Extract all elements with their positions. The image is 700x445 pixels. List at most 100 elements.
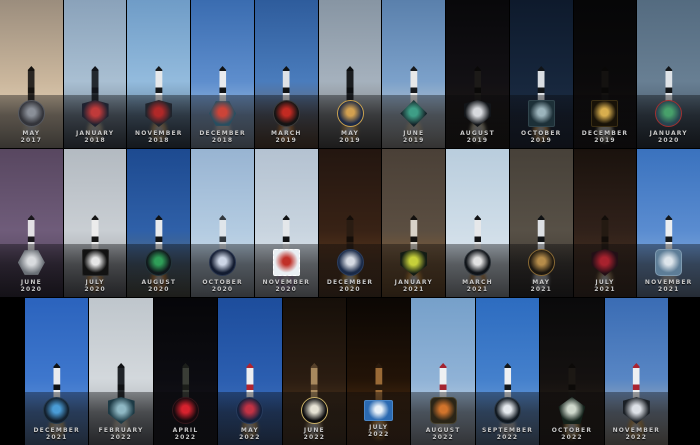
caption-band: JULY2022 — [347, 392, 410, 445]
launch-month-label: JANUARY — [395, 279, 433, 286]
caption-band: NOVEMBER2022 — [605, 392, 668, 445]
caption-band: JUNE2020 — [0, 244, 63, 297]
launch-year-label: 2019 — [403, 137, 425, 144]
launch-cell-july-2021: JULY2021 — [574, 149, 638, 297]
caption-band: DECEMBER2019 — [574, 95, 637, 148]
launch-month-label: AUGUST — [426, 427, 461, 434]
launch-cell-june-2020: JUNE2020 — [0, 149, 64, 297]
launch-collage: MAY2017JANUARY2018NOVEMBER2018DECEMBER20… — [0, 0, 700, 445]
launch-cell-july-2022: JULY2022 — [347, 298, 411, 445]
caption-band: OCTOBER2019 — [510, 95, 573, 148]
caption-band: JULY2021 — [574, 244, 637, 297]
launch-cell-october-2020: OCTOBER2020 — [191, 149, 255, 297]
launch-year-label: 2021 — [467, 286, 489, 293]
mission-patch-icon — [145, 100, 172, 127]
mission-patch-icon — [172, 397, 199, 424]
caption-band: JANUARY2018 — [64, 95, 127, 148]
mission-patch-icon — [108, 397, 135, 424]
mission-patch-icon — [273, 100, 300, 127]
mission-patch-icon — [337, 100, 364, 127]
caption-band: JUNE2019 — [382, 95, 445, 148]
launch-year-label: 2020 — [148, 286, 170, 293]
launch-month-label: JANUARY — [76, 130, 114, 137]
launch-year-label: 2020 — [84, 286, 106, 293]
launch-year-label: 2022 — [497, 434, 519, 441]
launch-cell-may-2017: MAY2017 — [0, 0, 64, 148]
caption-band: FEBRUARY2022 — [89, 392, 152, 445]
launch-year-label: 2022 — [626, 434, 648, 441]
caption-band: JANUARY2020 — [637, 95, 700, 148]
launch-month-label: OCTOBER — [521, 130, 561, 137]
launch-month-label: JUNE — [403, 130, 424, 137]
mission-patch-icon — [18, 100, 45, 127]
caption-band: DECEMBER2018 — [191, 95, 254, 148]
launch-month-label: NOVEMBER — [613, 427, 661, 434]
launch-year-label: 2017 — [21, 137, 43, 144]
launch-year-label: 2021 — [658, 286, 680, 293]
launch-year-label: 2022 — [432, 434, 454, 441]
launch-cell-may-2022: MAY2022 — [218, 298, 282, 445]
mission-patch-icon — [18, 249, 45, 276]
launch-month-label: APRIL — [173, 427, 199, 434]
caption-band: JUNE2022 — [283, 392, 346, 445]
launch-cell-february-2022: FEBRUARY2022 — [89, 298, 153, 445]
launch-year-label: 2021 — [530, 286, 552, 293]
launch-month-label: DECEMBER — [327, 279, 373, 286]
launch-cell-january-2021: JANUARY2021 — [382, 149, 446, 297]
launch-year-label: 2018 — [84, 137, 106, 144]
launch-month-label: MAY — [22, 130, 40, 137]
mission-patch-icon — [655, 100, 682, 127]
mission-patch-icon — [273, 249, 300, 276]
row-2017-2020: MAY2017JANUARY2018NOVEMBER2018DECEMBER20… — [0, 0, 700, 148]
launch-cell-may-2021: MAY2021 — [510, 149, 574, 297]
launch-year-label: 2020 — [658, 137, 680, 144]
caption-band: JANUARY2021 — [382, 244, 445, 297]
caption-band: AUGUST2022 — [411, 392, 474, 445]
launch-cell-august-2020: AUGUST2020 — [127, 149, 191, 297]
launch-month-label: MARCH — [462, 279, 493, 286]
mission-patch-icon — [430, 397, 457, 424]
caption-band: NOVEMBER2021 — [637, 244, 700, 297]
launch-month-label: DECEMBER — [199, 130, 245, 137]
caption-band: OCTOBER2022 — [540, 392, 603, 445]
mission-patch-icon — [209, 249, 236, 276]
launch-month-label: OCTOBER — [202, 279, 242, 286]
caption-band: AUGUST2020 — [127, 244, 190, 297]
launch-month-label: JUNE — [304, 427, 325, 434]
caption-band: DECEMBER2021 — [25, 392, 88, 445]
launch-cell-october-2022: OCTOBER2022 — [540, 298, 604, 445]
row-2021-2022: DECEMBER2021FEBRUARY2022APRIL2022MAY2022… — [0, 297, 700, 445]
launch-month-label: MARCH — [271, 130, 302, 137]
launch-cell-september-2022: SEPTEMBER2022 — [476, 298, 540, 445]
mission-patch-icon — [337, 249, 364, 276]
caption-band: OCTOBER2020 — [191, 244, 254, 297]
mission-patch-icon — [494, 397, 521, 424]
launch-cell-april-2022: APRIL2022 — [154, 298, 218, 445]
launch-cell-may-2019: MAY2019 — [319, 0, 383, 148]
caption-band: DECEMBER2020 — [319, 244, 382, 297]
launch-cell-january-2020: JANUARY2020 — [637, 0, 700, 148]
launch-year-label: 2019 — [467, 137, 489, 144]
mission-patch-icon — [400, 249, 427, 276]
caption-band: MAY2021 — [510, 244, 573, 297]
caption-band: AUGUST2019 — [446, 95, 509, 148]
mission-patch-icon — [558, 397, 585, 424]
launch-cell-december-2020: DECEMBER2020 — [319, 149, 383, 297]
launch-year-label: 2022 — [561, 434, 583, 441]
launch-cell-march-2021: MARCH2021 — [446, 149, 510, 297]
row-2020-2021: JUNE2020JULY2020AUGUST2020OCTOBER2020NOV… — [0, 148, 700, 297]
launch-cell-june-2022: JUNE2022 — [283, 298, 347, 445]
launch-month-label: MAY — [241, 427, 259, 434]
launch-year-label: 2020 — [339, 286, 361, 293]
launch-cell-november-2021: NOVEMBER2021 — [637, 149, 700, 297]
launch-cell-november-2022: NOVEMBER2022 — [605, 298, 668, 445]
mission-patch-icon — [43, 397, 70, 424]
launch-year-label: 2021 — [594, 286, 616, 293]
launch-year-label: 2019 — [339, 137, 361, 144]
launch-year-label: 2018 — [212, 137, 234, 144]
caption-band: APRIL2022 — [154, 392, 217, 445]
launch-year-label: 2022 — [368, 431, 390, 438]
launch-year-label: 2021 — [403, 286, 425, 293]
launch-month-label: MAY — [532, 279, 550, 286]
mission-patch-icon — [591, 249, 618, 276]
